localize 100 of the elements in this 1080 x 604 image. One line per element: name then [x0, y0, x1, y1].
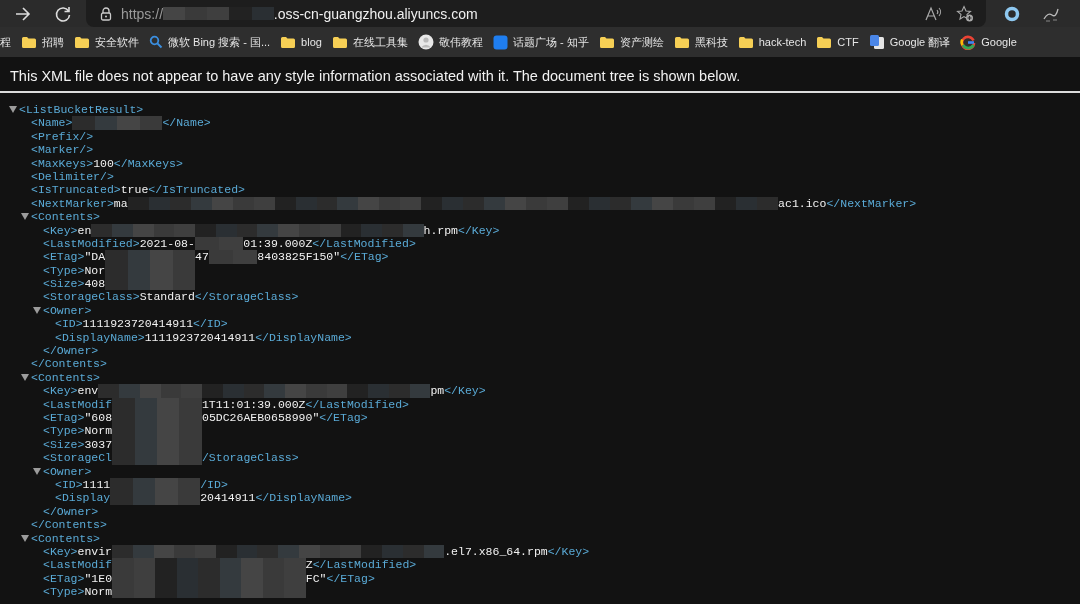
xml-tag: <Name>	[31, 116, 73, 130]
bookmark[interactable]: 黑科技	[673, 34, 728, 50]
url-scheme: https://	[121, 5, 164, 22]
xml-tag: <DisplayName>	[55, 330, 145, 345]
bookmark[interactable]: hack-tech	[737, 35, 807, 49]
xml-tag: <StorageCl	[43, 451, 112, 465]
bookmark[interactable]: Google 翻译	[868, 34, 951, 50]
bookmark[interactable]: 招聘	[21, 34, 64, 50]
xml-tag: </IsTruncated>	[148, 183, 245, 197]
search-icon	[149, 35, 163, 49]
xml-tag: </LastModified>	[305, 397, 410, 411]
add-favorite-icon[interactable]	[956, 5, 974, 22]
xml-value: 100	[93, 156, 114, 170]
xml-tag[interactable]: <Contents>	[31, 370, 100, 385]
xml-tag: <MaxKeys>	[31, 156, 94, 170]
xml-value: Nor	[84, 263, 106, 278]
expand-arrow-icon[interactable]	[21, 213, 29, 221]
bookmark[interactable]: 敬伟教程	[417, 34, 483, 50]
reload-icon[interactable]	[54, 4, 72, 23]
xml-tag: <Delimiter/>	[31, 169, 114, 184]
xml-tag[interactable]: <Contents>	[31, 210, 100, 224]
bookmark[interactable]: 资产测绘	[598, 34, 664, 50]
xml-value: Z	[305, 558, 313, 572]
xml-tag: <ID>	[55, 477, 83, 492]
xml-tag: <LastModified>	[43, 236, 140, 251]
xml-value: .el7.x86_64.rpm	[444, 544, 548, 559]
xml-tag: <Key>	[43, 544, 78, 559]
xml-tag[interactable]: <ListBucketResult>	[19, 103, 144, 117]
xml-tag: </Key>	[547, 544, 590, 559]
xml-tag: <Key>	[43, 384, 78, 398]
xml-tag: <Key>	[43, 223, 78, 237]
bookmark[interactable]: 在线工具集	[331, 34, 408, 50]
xml-value: pm	[430, 384, 445, 398]
xml-value: env	[77, 384, 99, 398]
xml-value: 8403825F150"	[257, 250, 341, 264]
bookmark[interactable]: 程	[0, 34, 11, 50]
read-aloud-icon[interactable]	[924, 5, 944, 22]
expand-arrow-icon[interactable]	[21, 534, 29, 542]
xml-tag: </Owner>	[43, 504, 99, 519]
bookmark[interactable]: 微软 Bing 搜索 - 国...	[149, 34, 271, 50]
folder-icon	[21, 35, 37, 49]
bookmark[interactable]: 话题广场 - 知乎	[492, 34, 589, 50]
xml-tag: <ETag>	[43, 411, 85, 425]
xml-tag: <ETag>	[43, 571, 85, 586]
xml-tag: <StorageClass>	[43, 290, 140, 304]
xml-value: 1111923720414911	[82, 317, 194, 331]
bookmark[interactable]: blog	[280, 35, 322, 49]
xml-tag: </Contents>	[31, 357, 107, 371]
xml-tag: </ID>	[193, 317, 228, 331]
xml-tag: <Marker/>	[31, 143, 94, 157]
xml-value: 3037	[84, 437, 113, 452]
xml-notice: This XML file does not appear to have any style information associated with it. The document tree is shown below.	[0, 62, 1080, 93]
xml-value: en	[77, 223, 92, 237]
xml-tag[interactable]: <Owner>	[43, 464, 92, 478]
xml-tag: </ETag>	[319, 411, 368, 425]
bookmark[interactable]: 安全软件	[74, 34, 139, 50]
folder-icon	[280, 35, 297, 49]
xml-tag: </StorageClass>	[194, 290, 299, 304]
xml-value: Norm	[84, 424, 113, 438]
url-host: .oss-cn-guangzhou.aliyuncs.com	[273, 5, 478, 22]
folder-icon	[816, 35, 833, 49]
xml-tag: </ETag>	[340, 250, 389, 264]
folder-icon	[74, 35, 90, 49]
xml-tag: <Type>	[43, 424, 85, 438]
expand-arrow-icon[interactable]	[21, 374, 29, 381]
xml-value: h.rpm	[423, 223, 458, 237]
xml-value: envir	[77, 544, 113, 559]
xml-tag: </Name>	[162, 116, 211, 130]
xml-tag: <Prefix/>	[31, 129, 94, 144]
google-icon	[960, 34, 977, 50]
folder-icon	[598, 35, 615, 49]
ring-icon[interactable]	[1004, 5, 1020, 22]
xml-value: 408	[84, 277, 106, 291]
xml-tag: <ETag>	[43, 250, 85, 264]
xml-tag[interactable]: <Contents>	[31, 531, 100, 545]
xml-tag: </MaxKeys>	[113, 156, 183, 170]
xml-tag[interactable]: <Owner>	[43, 303, 92, 318]
folder-icon	[331, 35, 348, 49]
xml-tag: </Key>	[444, 384, 486, 398]
xml-value: 1111	[82, 477, 111, 492]
xml-value: 47	[195, 250, 209, 264]
expand-arrow-icon[interactable]	[33, 467, 41, 475]
bookmark[interactable]: Google	[960, 34, 1017, 50]
xml-tag: <NextMarker>	[31, 196, 114, 211]
arrow-right-icon[interactable]	[14, 5, 32, 22]
xml-value: FC"	[305, 571, 327, 586]
folder-icon	[673, 35, 690, 49]
xml-value: true	[120, 183, 149, 197]
xml-tag: <Type>	[43, 585, 85, 599]
folder-icon	[737, 35, 754, 49]
xml-value: 01:39.000Z	[243, 236, 313, 251]
xml-tag: <LastModif	[43, 397, 112, 411]
xml-value: 2021-08-	[139, 236, 195, 251]
expand-arrow-icon[interactable]	[9, 106, 17, 114]
xml-tag: <Display	[55, 491, 111, 505]
expand-arrow-icon[interactable]	[33, 307, 41, 315]
xml-tag: </Owner>	[43, 344, 99, 358]
bookmark[interactable]: CTF	[816, 35, 859, 49]
address-bar[interactable]: https:// .oss-cn-guangzhou.aliyuncs.com	[86, 0, 986, 27]
xml-value: "1E0	[84, 571, 113, 586]
